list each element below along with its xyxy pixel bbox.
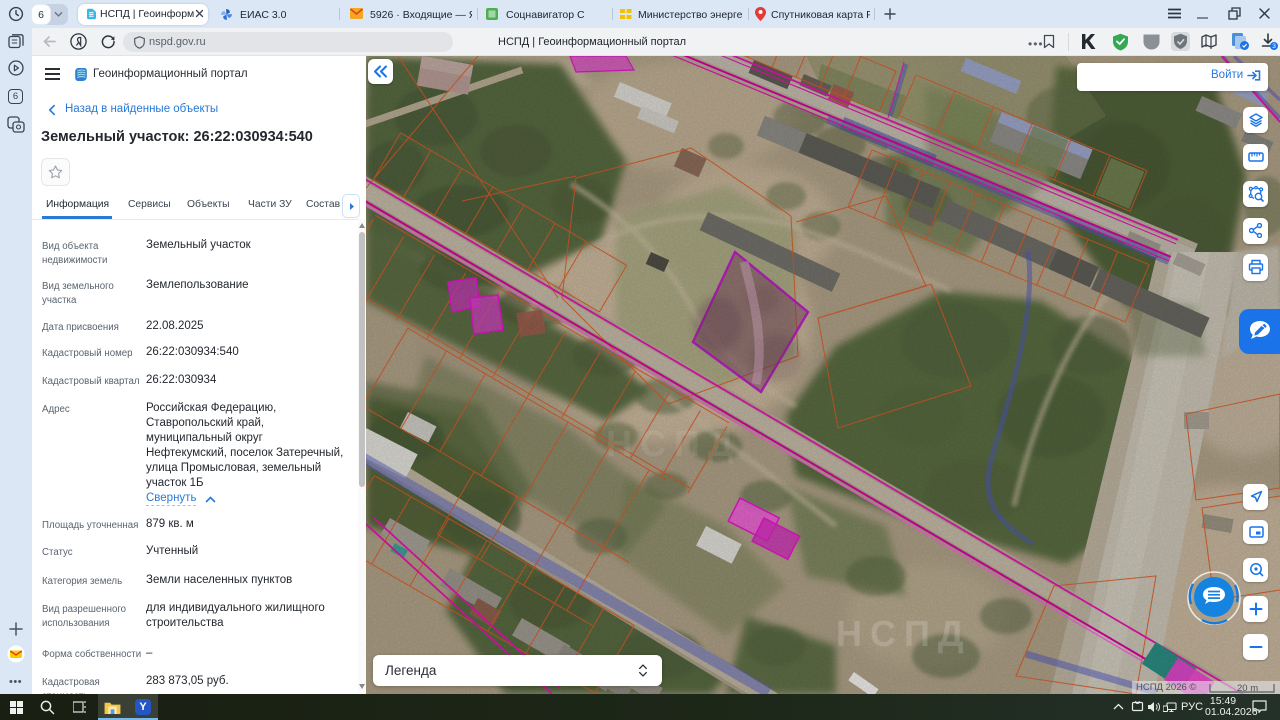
svg-text:3: 3 xyxy=(1272,43,1276,50)
svg-text:НСПД: НСПД xyxy=(836,613,972,654)
svg-text:НСПД: НСПД xyxy=(606,423,742,464)
svg-text:20 m: 20 m xyxy=(1237,683,1258,693)
